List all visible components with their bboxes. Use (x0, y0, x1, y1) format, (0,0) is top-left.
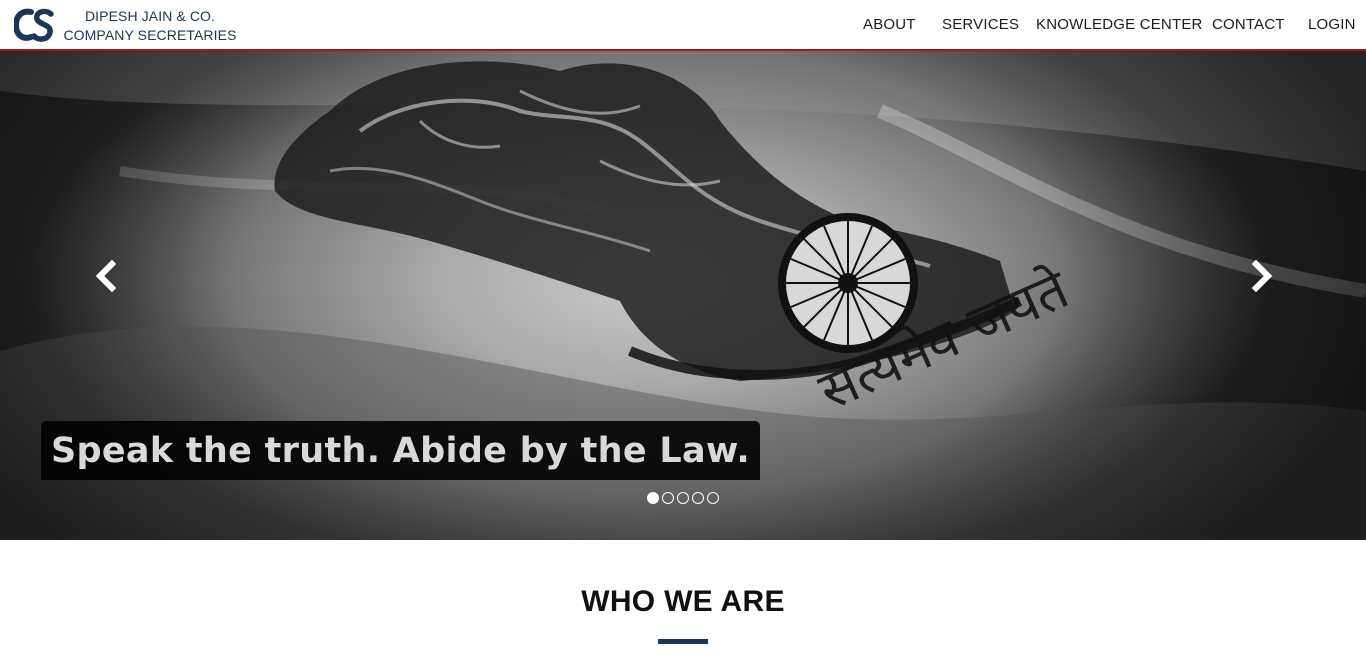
brand-name[interactable]: DIPESH JAIN & CO. COMPANY SECRETARIES (62, 7, 238, 45)
brand-line-2: COMPANY SECRETARIES (63, 27, 237, 43)
nav-knowledge-center[interactable]: KNOWLEDGE CENTER (1036, 16, 1203, 33)
site-header: DIPESH JAIN & CO. COMPANY SECRETARIES AB… (0, 0, 1366, 51)
nav-services[interactable]: SERVICES (942, 16, 1019, 33)
carousel-indicators (647, 492, 719, 504)
brand-line-1: DIPESH JAIN & CO. (84, 8, 216, 24)
chevron-left-icon (95, 259, 117, 293)
carousel-dot-5[interactable] (707, 492, 719, 504)
carousel-dot-1[interactable] (647, 492, 659, 504)
nav-contact[interactable]: CONTACT (1212, 16, 1285, 33)
carousel-prev-button[interactable] (92, 256, 122, 296)
carousel-next-button[interactable] (1246, 256, 1276, 296)
nav-login[interactable]: LOGIN (1308, 16, 1356, 33)
hero-carousel: सत्यमेव जयते Speak the truth. Abide by t… (0, 51, 1366, 540)
carousel-dot-3[interactable] (677, 492, 689, 504)
title-underline (658, 639, 708, 644)
section-title-who-we-are: WHO WE ARE (581, 585, 785, 618)
nav-about[interactable]: ABOUT (863, 16, 916, 33)
carousel-dot-2[interactable] (662, 492, 674, 504)
carousel-dot-4[interactable] (692, 492, 704, 504)
cs-logo[interactable] (12, 6, 54, 44)
slide-caption: Speak the truth. Abide by the Law. (41, 421, 760, 480)
chevron-right-icon (1251, 259, 1273, 293)
